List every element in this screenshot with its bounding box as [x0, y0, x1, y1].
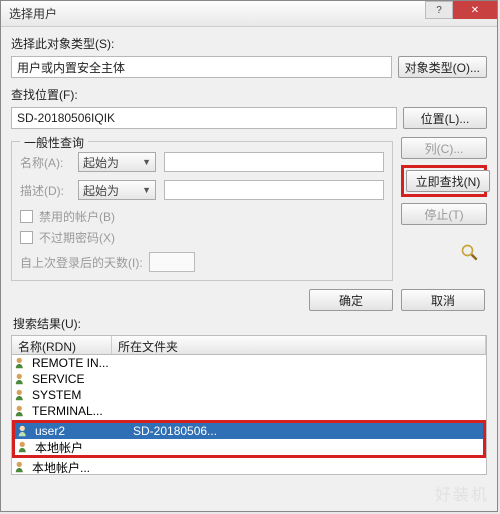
- list-item[interactable]: REMOTE IN...: [12, 355, 486, 371]
- stop-button[interactable]: 停止(T): [401, 203, 487, 225]
- user-icon: [14, 372, 28, 386]
- days-since-logon-label: 自上次登录后的天数(I):: [20, 254, 143, 271]
- checkbox-icon: [20, 210, 33, 223]
- name-label: 名称(A):: [20, 154, 70, 171]
- user-icon: [17, 424, 31, 438]
- object-types-button[interactable]: 对象类型(O)...: [398, 56, 487, 78]
- checkbox-icon: [20, 231, 33, 244]
- location-value: SD-20180506IQIK: [11, 107, 397, 129]
- window-title: 选择用户: [9, 5, 57, 22]
- desc-input[interactable]: [164, 180, 384, 200]
- col-folder[interactable]: 所在文件夹: [112, 336, 486, 354]
- name-input[interactable]: [164, 152, 384, 172]
- common-queries-group: 一般性查询 名称(A): 起始为 ▼ 描述(D): 起始为 ▼: [11, 141, 393, 281]
- results-label: 搜索结果(U):: [13, 315, 487, 332]
- results-header: 名称(RDN) 所在文件夹: [11, 335, 487, 355]
- locations-button[interactable]: 位置(L)...: [403, 107, 487, 129]
- highlight-findnow: 立即查找(N): [401, 165, 487, 197]
- col-name[interactable]: 名称(RDN): [12, 336, 112, 354]
- columns-button[interactable]: 列(C)...: [401, 137, 487, 159]
- user-icon: [14, 404, 28, 418]
- titlebar-buttons: ? ✕: [425, 1, 497, 19]
- list-item[interactable]: user2SD-20180506...: [15, 423, 483, 439]
- list-item[interactable]: SERVICE: [12, 371, 486, 387]
- titlebar: 选择用户 ? ✕: [1, 1, 497, 27]
- list-item[interactable]: SYSTEM: [12, 387, 486, 403]
- find-now-button[interactable]: 立即查找(N): [406, 170, 490, 192]
- search-icon: [453, 241, 487, 265]
- help-button[interactable]: ?: [425, 1, 453, 19]
- list-item[interactable]: TERMINAL...: [12, 403, 486, 419]
- list-item[interactable]: 本地帐户: [15, 439, 483, 455]
- user-icon: [17, 440, 31, 454]
- chevron-down-icon: ▼: [142, 157, 151, 167]
- user-icon: [14, 388, 28, 402]
- common-queries-legend: 一般性查询: [20, 134, 88, 151]
- close-button[interactable]: ✕: [453, 1, 497, 19]
- days-since-logon-input[interactable]: [149, 252, 195, 272]
- location-label: 查找位置(F):: [11, 86, 487, 103]
- object-type-label: 选择此对象类型(S):: [11, 35, 487, 52]
- user-icon: [14, 356, 28, 370]
- object-type-value: 用户或内置安全主体: [11, 56, 392, 78]
- chevron-down-icon: ▼: [142, 185, 151, 195]
- desc-match-select[interactable]: 起始为 ▼: [78, 180, 156, 200]
- disabled-accounts-checkbox[interactable]: 禁用的帐户(B): [20, 208, 384, 225]
- results-list[interactable]: REMOTE IN... SERVICE SYSTEM TERMINAL... …: [11, 355, 487, 475]
- desc-label: 描述(D):: [20, 182, 70, 199]
- highlight-selected-row: user2SD-20180506... 本地帐户: [12, 420, 486, 458]
- cancel-button[interactable]: 取消: [401, 289, 485, 311]
- list-item[interactable]: 本地帐户...: [12, 459, 486, 475]
- dialog-window: 选择用户 ? ✕ 选择此对象类型(S): 用户或内置安全主体 对象类型(O)..…: [0, 0, 498, 512]
- watermark: 好装机: [435, 481, 489, 505]
- user-icon: [14, 460, 28, 474]
- ok-button[interactable]: 确定: [309, 289, 393, 311]
- content: 选择此对象类型(S): 用户或内置安全主体 对象类型(O)... 查找位置(F)…: [1, 27, 497, 481]
- non-expiring-password-checkbox[interactable]: 不过期密码(X): [20, 229, 384, 246]
- name-match-select[interactable]: 起始为 ▼: [78, 152, 156, 172]
